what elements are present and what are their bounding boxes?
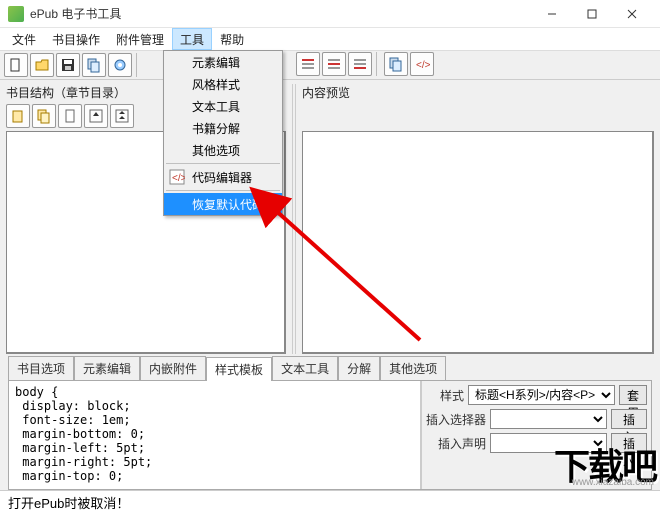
- dropdown-element-edit[interactable]: 元素编辑: [164, 51, 282, 73]
- vertical-splitter[interactable]: [292, 84, 296, 354]
- tab-embedded-attachments[interactable]: 内嵌附件: [140, 356, 206, 380]
- copy-button[interactable]: [82, 53, 106, 77]
- tools-dropdown: 元素编辑 风格样式 文本工具 书籍分解 其他选项 </> 代码编辑器 恢复默认代…: [163, 50, 283, 216]
- dropdown-separator: [166, 163, 280, 164]
- selector-select[interactable]: [490, 409, 607, 429]
- tab-element-edit[interactable]: 元素编辑: [74, 356, 140, 380]
- paste-structure-button[interactable]: [32, 104, 56, 128]
- selector-label: 插入选择器: [426, 411, 486, 428]
- save-button[interactable]: [56, 53, 80, 77]
- dropdown-style[interactable]: 风格样式: [164, 73, 282, 95]
- status-bar: 打开ePub时被取消！: [0, 490, 660, 512]
- dropdown-restore-default-code[interactable]: 恢复默认代码: [164, 193, 282, 215]
- tab-split[interactable]: 分解: [338, 356, 380, 380]
- minimize-button[interactable]: [532, 0, 572, 28]
- menu-file[interactable]: 文件: [4, 28, 44, 50]
- window-title: ePub 电子书工具: [30, 5, 532, 22]
- declaration-select[interactable]: [490, 433, 607, 453]
- dropdown-code-editor-label: 代码编辑器: [192, 169, 252, 186]
- apply-button[interactable]: 套用: [619, 385, 647, 405]
- insert-declaration-button[interactable]: 插入: [611, 433, 647, 453]
- new-button[interactable]: [4, 53, 28, 77]
- dropdown-code-editor[interactable]: </> 代码编辑器: [164, 166, 282, 188]
- style-label: 样式: [426, 387, 464, 404]
- move-up-button[interactable]: [84, 104, 108, 128]
- right-column: 内容预览: [302, 84, 654, 354]
- tab-style-template[interactable]: 样式模板: [206, 357, 272, 381]
- declaration-label: 插入声明: [426, 435, 486, 452]
- menu-book-ops[interactable]: 书目操作: [44, 28, 108, 50]
- menu-bar: 文件 书目操作 附件管理 工具 帮助: [0, 28, 660, 50]
- menu-attachments[interactable]: 附件管理: [108, 28, 172, 50]
- app-icon: [8, 6, 24, 22]
- work-area: 书目结构（章节目录） 内容预览: [0, 80, 660, 358]
- toolbar-separator: [136, 53, 140, 77]
- move-top-button[interactable]: [110, 104, 134, 128]
- bottom-tabstrip: 书目选项 元素编辑 内嵌附件 样式模板 文本工具 分解 其他选项: [0, 358, 660, 380]
- svg-text:</>: </>: [172, 173, 185, 184]
- tab-content: body { display: block; font-size: 1em; m…: [8, 380, 652, 490]
- css-code-area[interactable]: body { display: block; font-size: 1em; m…: [9, 381, 421, 489]
- dropdown-separator: [166, 190, 280, 191]
- settings-button[interactable]: [108, 53, 132, 77]
- title-bar: ePub 电子书工具: [0, 0, 660, 28]
- preview-panel[interactable]: [302, 131, 654, 354]
- tab-book-options[interactable]: 书目选项: [8, 356, 74, 380]
- svg-text:</>: </>: [416, 60, 430, 71]
- copy-structure-button[interactable]: [6, 104, 30, 128]
- close-button[interactable]: [612, 0, 652, 28]
- open-button[interactable]: [30, 53, 54, 77]
- tab-text-tools[interactable]: 文本工具: [272, 356, 338, 380]
- code-button[interactable]: </>: [410, 52, 434, 76]
- align-button-2[interactable]: [322, 52, 346, 76]
- style-select[interactable]: 标题<H系列>/内容<P>: [468, 385, 615, 405]
- style-properties-column: 样式 标题<H系列>/内容<P> 套用 插入选择器 插入 插入声明 插入: [421, 381, 651, 489]
- copy-button-2[interactable]: [384, 52, 408, 76]
- dropdown-other[interactable]: 其他选项: [164, 139, 282, 161]
- toolbar-separator: [376, 52, 380, 76]
- doc-button[interactable]: [58, 104, 82, 128]
- tab-other-options[interactable]: 其他选项: [380, 356, 446, 380]
- align-button-3[interactable]: [348, 52, 372, 76]
- right-panel-label: 内容预览: [302, 84, 654, 101]
- menu-tools[interactable]: 工具: [172, 28, 212, 50]
- insert-selector-button[interactable]: 插入: [611, 409, 647, 429]
- dropdown-book-split[interactable]: 书籍分解: [164, 117, 282, 139]
- align-button-1[interactable]: [296, 52, 320, 76]
- dropdown-text-tools[interactable]: 文本工具: [164, 95, 282, 117]
- maximize-button[interactable]: [572, 0, 612, 28]
- menu-help[interactable]: 帮助: [212, 28, 252, 50]
- code-icon: </>: [168, 168, 186, 186]
